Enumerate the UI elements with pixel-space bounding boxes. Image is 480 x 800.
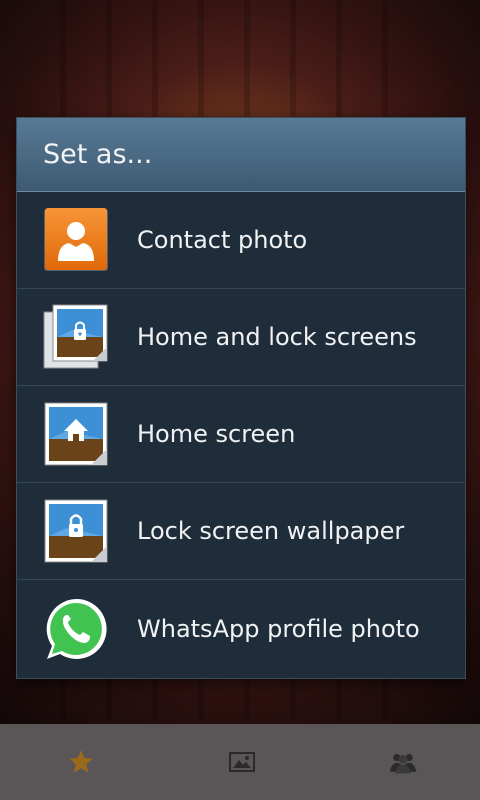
dialog-header: Set as... [17,118,465,192]
option-label: Home and lock screens [137,323,417,351]
gallery-icon[interactable] [227,747,257,777]
contact-photo-icon [43,207,109,273]
option-home-screen[interactable]: Home screen [17,386,465,483]
lock-screen-icon [43,498,109,564]
option-contact-photo[interactable]: Contact photo [17,192,465,289]
whatsapp-icon [43,596,109,662]
bottom-bar [0,724,480,800]
option-whatsapp-profile-photo[interactable]: WhatsApp profile photo [17,580,465,677]
option-home-and-lock-screens[interactable]: Home and lock screens [17,289,465,386]
home-screen-icon [43,401,109,467]
set-as-dialog: Set as... Contact photo Home and lock sc… [16,117,466,679]
option-lock-screen-wallpaper[interactable]: Lock screen wallpaper [17,483,465,580]
option-label: Home screen [137,420,296,448]
home-lock-screens-icon [43,304,109,370]
option-label: Lock screen wallpaper [137,517,405,545]
dialog-title: Set as... [43,139,153,170]
option-label: WhatsApp profile photo [137,614,420,643]
star-icon[interactable] [66,747,96,777]
people-icon[interactable] [388,747,418,777]
option-label: Contact photo [137,226,308,254]
